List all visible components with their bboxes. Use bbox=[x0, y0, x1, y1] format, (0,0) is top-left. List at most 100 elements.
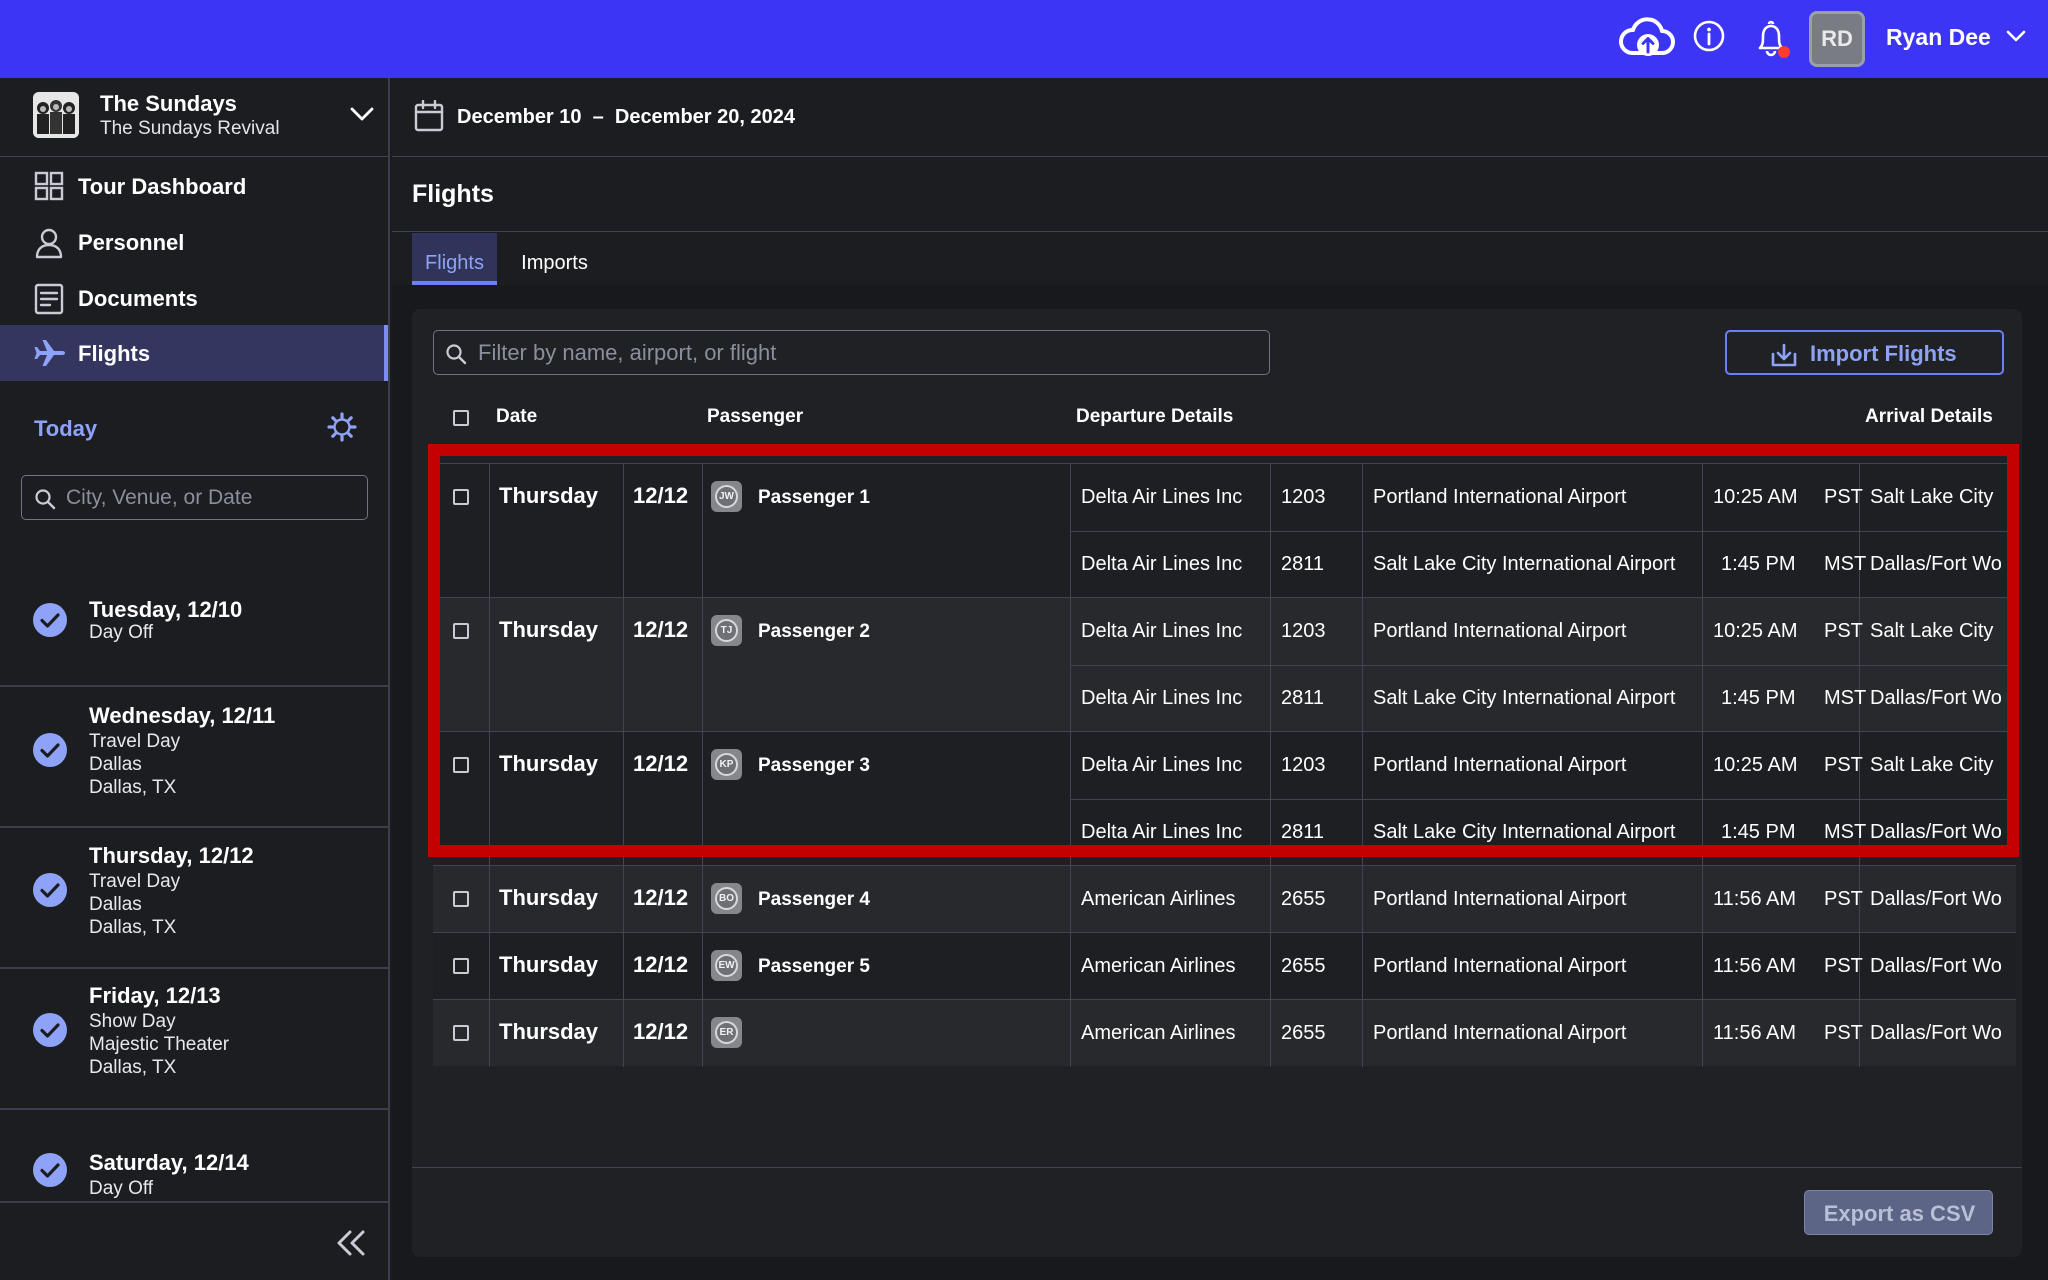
row-checkbox[interactable] bbox=[453, 958, 469, 974]
select-all-checkbox[interactable] bbox=[453, 410, 469, 426]
date-range[interactable]: December 10 – December 20, 2024 bbox=[457, 106, 795, 129]
passenger-name[interactable]: Passenger 2 bbox=[758, 621, 870, 643]
day-item-wednesday[interactable]: Wednesday, 12/11 Travel Day Dallas Dalla… bbox=[0, 687, 388, 828]
column-divider bbox=[623, 464, 624, 598]
cloud-upload-icon[interactable] bbox=[1618, 17, 1676, 59]
column-divider bbox=[489, 732, 490, 866]
column-divider bbox=[1070, 1000, 1071, 1067]
column-divider bbox=[1702, 1000, 1703, 1067]
search-icon bbox=[34, 488, 56, 510]
passenger-name[interactable]: Passenger 3 bbox=[758, 755, 870, 777]
day-line: Majestic Theater bbox=[89, 1034, 230, 1055]
row-checkbox[interactable] bbox=[453, 757, 469, 773]
segment-airline: American Airlines bbox=[1081, 888, 1236, 910]
segment-flight-number: 1203 bbox=[1281, 754, 1326, 776]
segment-departure-airport: Salt Lake City International Airport bbox=[1373, 687, 1676, 709]
day-title: Wednesday, 12/11 bbox=[89, 703, 276, 728]
column-divider bbox=[1362, 933, 1363, 1000]
filter-field[interactable] bbox=[433, 330, 1270, 375]
segment-flight-number: 2655 bbox=[1281, 955, 1326, 977]
search-icon bbox=[445, 343, 467, 365]
row-day: Thursday bbox=[499, 1019, 599, 1044]
page-title: Flights bbox=[412, 180, 494, 208]
segment-departure-airport: Portland International Airport bbox=[1373, 955, 1627, 977]
nav-personnel[interactable]: Personnel bbox=[0, 214, 388, 270]
segment-flight-number: 2811 bbox=[1281, 687, 1325, 709]
table-row[interactable]: Thursday 12/12 EW Passenger 5 American Airli… bbox=[433, 932, 2016, 1000]
day-item-friday[interactable]: Friday, 12/13 Show Day Majestic Theater … bbox=[0, 969, 388, 1110]
column-header-date[interactable]: Date bbox=[496, 406, 537, 428]
check-circle-icon bbox=[33, 873, 67, 907]
gear-icon[interactable] bbox=[327, 412, 357, 442]
nav-flights[interactable]: Flights bbox=[0, 325, 388, 381]
user-name[interactable]: Ryan Dee bbox=[1886, 24, 1991, 51]
import-flights-button[interactable]: Import Flights bbox=[1725, 330, 2004, 375]
info-icon[interactable] bbox=[1692, 19, 1726, 53]
table-row[interactable]: Thursday 12/12 KP Passenger 3 Delta Air Line… bbox=[433, 731, 2016, 866]
segment-airline: Delta Air Lines Inc bbox=[1081, 821, 1243, 843]
row-day: Thursday bbox=[499, 751, 599, 776]
segment-airline: American Airlines bbox=[1081, 955, 1236, 977]
column-divider bbox=[489, 598, 490, 732]
bell-icon[interactable] bbox=[1753, 20, 1793, 62]
user-avatar[interactable]: RD bbox=[1809, 11, 1865, 67]
table-row[interactable]: Thursday 12/12 ER American Airlines 2655 Port… bbox=[433, 999, 2016, 1067]
passenger-name[interactable]: Passenger 5 bbox=[758, 956, 870, 978]
import-flights-label: Import Flights bbox=[1810, 341, 1957, 366]
calendar-icon[interactable] bbox=[414, 100, 444, 132]
table-row[interactable]: Thursday 12/12 BO Passenger 4 American Airli… bbox=[433, 865, 2016, 933]
segment-timezone: MST bbox=[1824, 553, 1867, 575]
nav-tour-dashboard[interactable]: Tour Dashboard bbox=[0, 158, 388, 214]
tab-flights[interactable]: Flights bbox=[412, 233, 497, 285]
passenger-name[interactable]: Passenger 1 bbox=[758, 487, 870, 509]
day-line: Show Day bbox=[89, 1011, 176, 1032]
column-divider bbox=[489, 933, 490, 1000]
column-divider bbox=[489, 1000, 490, 1067]
day-line: Travel Day bbox=[89, 731, 181, 752]
segment-timezone: PST bbox=[1824, 888, 1863, 910]
tab-bar: Flights Imports bbox=[392, 233, 2048, 285]
tab-imports[interactable]: Imports bbox=[512, 233, 597, 285]
row-checkbox[interactable] bbox=[453, 1025, 469, 1041]
row-checkbox[interactable] bbox=[453, 891, 469, 907]
day-item-thursday[interactable]: Thursday, 12/12 Travel Day Dallas Dallas… bbox=[0, 828, 388, 969]
segment-departure-airport: Portland International Airport bbox=[1373, 888, 1627, 910]
column-divider bbox=[623, 732, 624, 866]
main-content: Import Flights Date Passenger Departure … bbox=[392, 285, 2048, 1280]
passenger-initials: BO bbox=[715, 887, 738, 910]
day-line: Travel Day bbox=[89, 871, 181, 892]
nav-documents[interactable]: Documents bbox=[0, 270, 388, 326]
date-range-bar: December 10 – December 20, 2024 bbox=[392, 78, 2048, 157]
band-switcher[interactable]: The Sundays The Sundays Revival bbox=[0, 78, 388, 157]
sidebar-search[interactable] bbox=[21, 475, 368, 520]
row-checkbox[interactable] bbox=[453, 623, 469, 639]
table-row[interactable]: Thursday 12/12 JW Passenger 1 Delta Air Line… bbox=[433, 463, 2016, 598]
passenger-name[interactable]: Passenger 4 bbox=[758, 889, 870, 911]
column-divider bbox=[489, 464, 490, 598]
segment-flight-number: 2811 bbox=[1281, 553, 1325, 575]
today-link[interactable]: Today bbox=[34, 416, 97, 442]
collapse-sidebar-button[interactable] bbox=[0, 1201, 388, 1280]
segment-departure-time: 11:56 AM bbox=[1713, 1022, 1797, 1044]
sidebar-search-input[interactable] bbox=[66, 484, 356, 512]
day-title: Friday, 12/13 bbox=[89, 983, 221, 1008]
column-header-departure[interactable]: Departure Details bbox=[1076, 406, 1233, 428]
chevron-down-icon[interactable] bbox=[2005, 28, 2027, 44]
passenger-avatar: JW bbox=[711, 481, 742, 512]
export-csv-button[interactable]: Export as CSV bbox=[1804, 1190, 1993, 1235]
filter-input[interactable] bbox=[478, 339, 1258, 367]
day-title: Thursday, 12/12 bbox=[89, 843, 254, 868]
chevron-down-icon[interactable] bbox=[349, 106, 375, 122]
day-line: Day Off bbox=[89, 1178, 154, 1199]
segment-departure-airport: Portland International Airport bbox=[1373, 1022, 1627, 1044]
day-item-tuesday[interactable]: Tuesday, 12/10 Day Off bbox=[0, 584, 388, 687]
page-title-bar: Flights bbox=[392, 158, 2048, 232]
segment-airline: Delta Air Lines Inc bbox=[1081, 754, 1243, 776]
row-checkbox[interactable] bbox=[453, 489, 469, 505]
column-header-passenger[interactable]: Passenger bbox=[707, 406, 803, 428]
day-line: Dallas, TX bbox=[89, 1057, 177, 1078]
segment-flight-number: 1203 bbox=[1281, 620, 1326, 642]
passenger-avatar: ER bbox=[711, 1017, 742, 1048]
table-row[interactable]: Thursday 12/12 TJ Passenger 2 Delta Air Line… bbox=[433, 597, 2016, 732]
column-header-arrival[interactable]: Arrival Details bbox=[1865, 406, 1993, 428]
